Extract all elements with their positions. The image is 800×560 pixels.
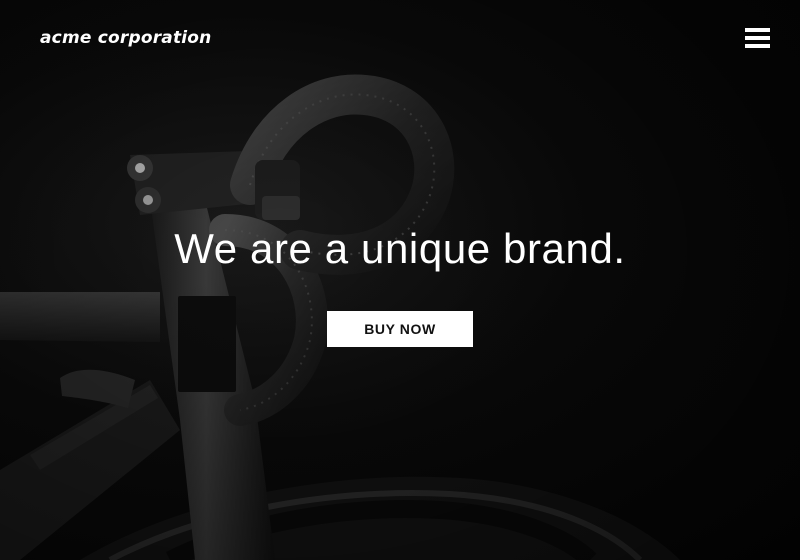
brand-logo[interactable]: acme corporation (40, 28, 212, 48)
hero-headline: We are a unique brand. (174, 225, 626, 272)
menu-bar-middle (745, 36, 770, 40)
hamburger-menu-icon[interactable] (745, 27, 770, 48)
buy-now-button[interactable]: BUY NOW (327, 311, 473, 347)
menu-bar-top (745, 28, 770, 32)
hero-background-image (0, 0, 800, 560)
hero-section: acme corporation We are a unique brand. … (0, 0, 800, 560)
menu-bar-bottom (745, 44, 770, 48)
